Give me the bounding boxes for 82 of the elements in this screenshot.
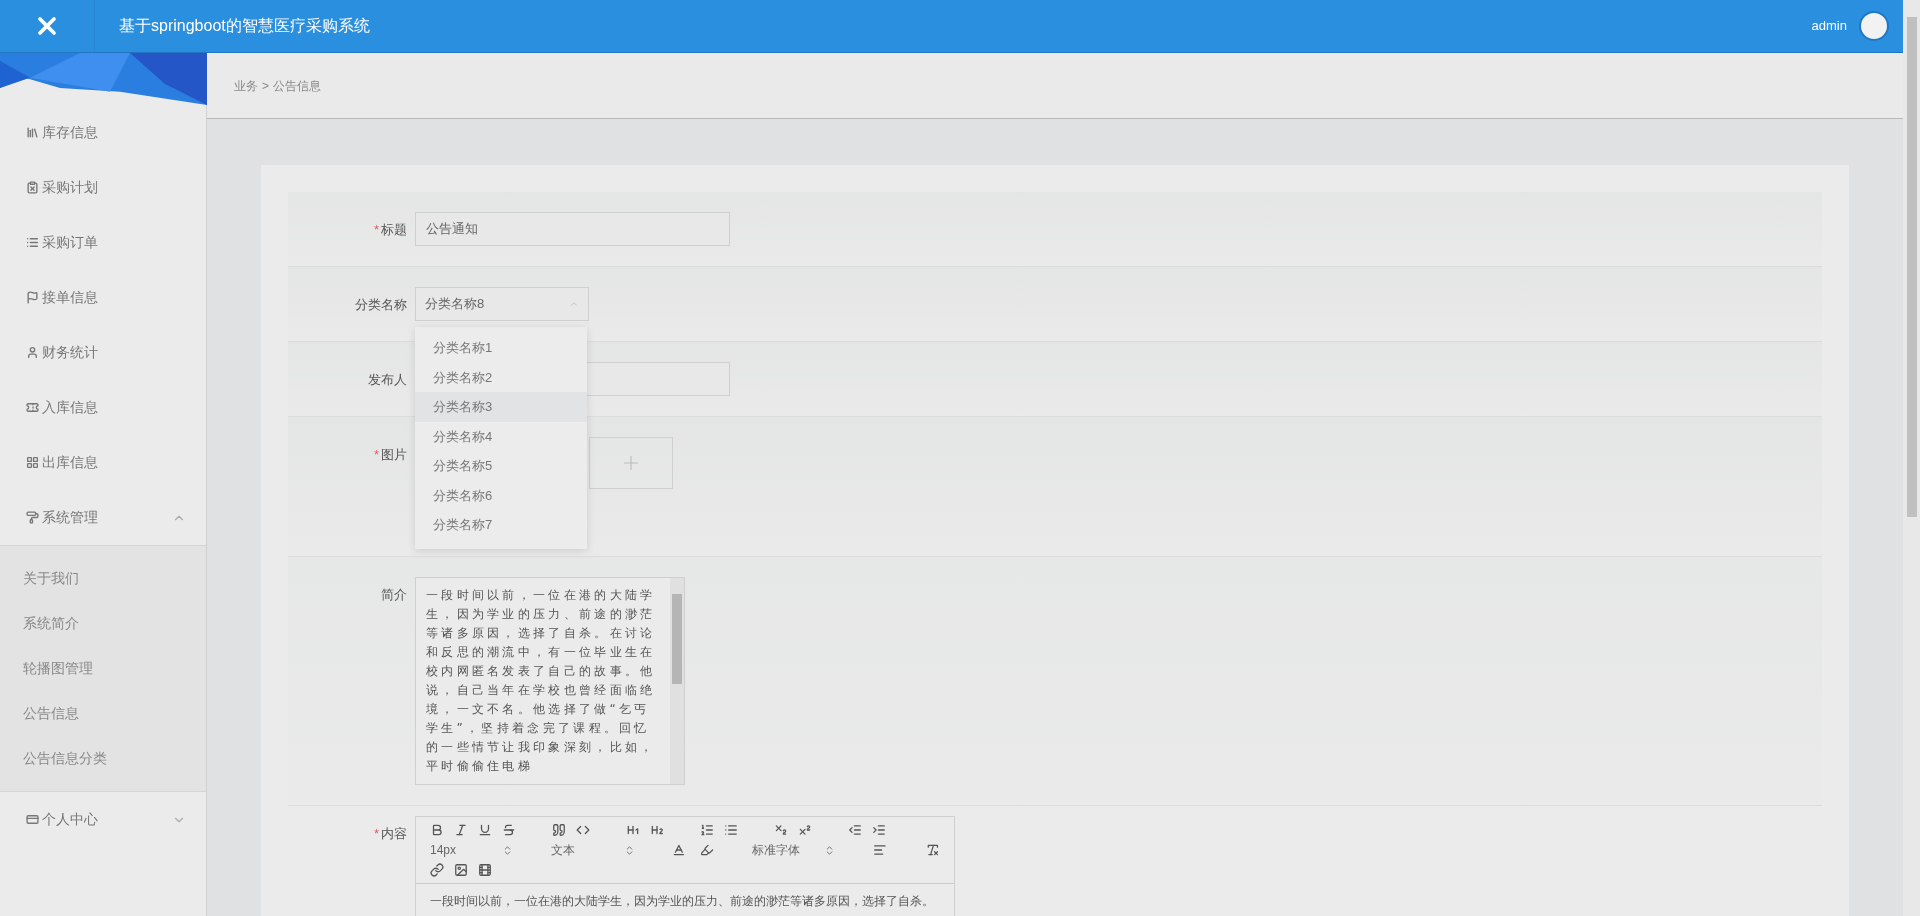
dropdown-option[interactable]: 分类名称5 (415, 451, 587, 481)
menu-item[interactable]: 财务统计 (0, 325, 206, 380)
dropdown-option[interactable]: 分类名称7 (415, 510, 587, 540)
editor-content[interactable]: 一段时间以前，一位在港的大陆学生，因为学业的压力、前途的渺茫等诸多原因，选择了自杀。 (416, 884, 954, 916)
code-icon[interactable] (576, 823, 590, 837)
breadcrumb-separator: > (262, 77, 269, 95)
dropdown-option[interactable]: 分类名称1 (415, 333, 587, 363)
ordered-list-icon[interactable] (700, 823, 714, 837)
field-label: 简介 (381, 586, 407, 604)
toolbar-select[interactable]: 14px (430, 841, 514, 859)
video-icon[interactable] (478, 863, 492, 877)
menu-label: 出库信息 (42, 453, 98, 472)
menu-label: 接单信息 (42, 288, 98, 307)
user-icon (26, 346, 39, 359)
roller-icon (26, 511, 39, 524)
submenu-item[interactable]: 公告信息分类 (0, 736, 206, 781)
bold-icon[interactable] (430, 823, 444, 837)
image-icon[interactable] (454, 863, 468, 877)
breadcrumb-item[interactable]: 业务 (234, 76, 258, 95)
list-icon (26, 236, 39, 249)
text-color-icon[interactable] (672, 843, 687, 857)
submenu-item[interactable]: 公告信息 (0, 691, 206, 736)
required-mark: * (373, 825, 379, 843)
menu-item[interactable]: 系统管理 (0, 490, 206, 545)
username[interactable]: admin (1811, 16, 1847, 36)
menu-item[interactable]: 采购订单 (0, 215, 206, 270)
menu-label: 采购计划 (42, 178, 98, 197)
dropdown-option[interactable]: 分类名称3 (415, 392, 587, 422)
align-icon[interactable] (872, 843, 887, 857)
menu-label: 入库信息 (42, 398, 98, 417)
subscript-icon[interactable] (774, 823, 788, 837)
submenu-item[interactable]: 关于我们 (0, 556, 206, 601)
ticket-icon (26, 401, 39, 414)
highlight-icon[interactable] (700, 843, 714, 857)
books-icon (26, 126, 39, 139)
field-label: 发布人 (368, 371, 407, 389)
grid-icon (26, 456, 39, 469)
dropdown-option[interactable]: 分类名称6 (415, 480, 587, 510)
heading-two-icon[interactable] (650, 823, 664, 837)
avatar[interactable] (1859, 11, 1889, 41)
toolbar-select[interactable]: 文本 (551, 841, 635, 859)
italic-icon[interactable] (454, 823, 468, 837)
menu-label: 库存信息 (42, 123, 98, 142)
menu-label: 个人中心 (42, 810, 98, 829)
menu-item[interactable]: 出库信息 (0, 435, 206, 490)
field-label: 标题 (381, 221, 407, 239)
clear-format-icon[interactable] (926, 843, 941, 857)
underline-icon[interactable] (478, 823, 492, 837)
outdent-icon[interactable] (848, 823, 862, 837)
sort-icon (824, 844, 835, 856)
field-label: 图片 (381, 446, 407, 464)
breadcrumb-item[interactable]: 公告信息 (273, 76, 321, 95)
field-label: 内容 (381, 825, 407, 843)
dropdown-option[interactable]: 分类名称4 (415, 421, 587, 451)
superscript-icon[interactable] (798, 823, 812, 837)
link-icon[interactable] (430, 863, 444, 877)
strikethrough-icon[interactable] (502, 823, 516, 837)
flag-icon (26, 291, 39, 304)
indent-icon[interactable] (872, 823, 886, 837)
submenu-item[interactable]: 系统简介 (0, 601, 206, 646)
menu-label: 系统管理 (42, 508, 98, 527)
required-mark: * (373, 446, 379, 464)
menu-item[interactable]: 采购计划 (0, 160, 206, 215)
required-mark: * (373, 221, 379, 239)
menu-item[interactable]: 入库信息 (0, 380, 206, 435)
bullet-list-icon[interactable] (724, 823, 738, 837)
menu-label: 财务统计 (42, 343, 98, 362)
menu-item[interactable]: 个人中心 (0, 792, 206, 847)
field-label: 分类名称 (355, 296, 407, 314)
menu-label: 采购订单 (42, 233, 98, 252)
toolbar-select[interactable]: 标准字体 (751, 841, 835, 859)
heading-one-icon[interactable] (626, 823, 640, 837)
dropdown-option[interactable]: 分类名称2 (415, 362, 587, 392)
menu-item[interactable]: 库存信息 (0, 105, 206, 160)
submenu-item[interactable]: 轮播图管理 (0, 646, 206, 691)
clipboard-icon (26, 181, 39, 194)
card-icon (26, 813, 39, 826)
app-title: 基于springboot的智慧医疗采购系统 (119, 16, 370, 36)
menu-item[interactable]: 接单信息 (0, 270, 206, 325)
text-field[interactable]: 公告通知 (415, 212, 730, 246)
select-field[interactable]: 分类名称8 (415, 287, 589, 321)
quote-icon[interactable] (552, 823, 566, 837)
